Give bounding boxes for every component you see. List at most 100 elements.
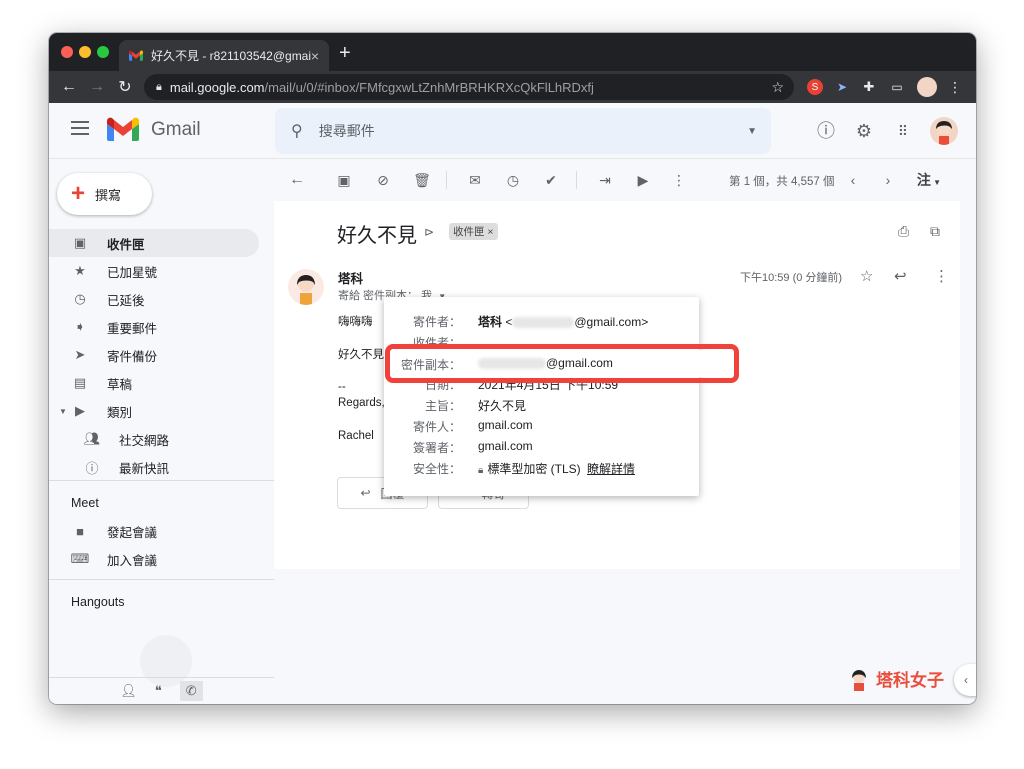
sidebar-item-label: 寄件備份	[107, 349, 158, 364]
sidebar-item-label: 社交網路	[119, 433, 170, 448]
new-tab-button[interactable]: +	[339, 42, 351, 65]
url-host: mail.google.com	[169, 79, 265, 95]
sidebar-item-label: 發起會議	[107, 525, 158, 540]
hangouts-heading: Hangouts	[71, 595, 125, 609]
profile-avatar-icon[interactable]	[917, 77, 937, 97]
address-bar[interactable]: 🔒︎ mail.google.com/mail/u/0/#inbox/FMfcg…	[144, 74, 794, 100]
expand-caret-icon[interactable]: ▼	[59, 407, 73, 416]
sidebar-item-inbox[interactable]: ▣ 收件匣	[49, 229, 259, 257]
sidebar-item-label: 草稿	[107, 377, 133, 392]
search-icon[interactable]: ⚲	[291, 121, 303, 141]
phone-icon[interactable]: ✆	[179, 681, 203, 701]
gmail-logo-icon[interactable]	[107, 117, 139, 141]
extension-s-icon[interactable]: S	[807, 79, 823, 95]
more-actions-icon[interactable]: ⋮	[670, 171, 688, 189]
details-row-security: 安全性： 🔒︎ 標準型加密 (TLS) 瞭解詳情	[384, 460, 699, 480]
sender-avatar[interactable]	[288, 269, 324, 305]
draft-icon: ▤	[73, 375, 87, 390]
remove-label-icon[interactable]: ×	[487, 226, 493, 238]
details-label: 密件副本：	[400, 358, 461, 372]
sender-name: 塔科	[338, 272, 364, 286]
reload-icon[interactable]: ↻	[111, 77, 139, 97]
signature-regards: Regards,	[338, 397, 385, 409]
labels-icon[interactable]: ▶	[634, 171, 652, 189]
tab-bar: 好久不見 - r821103542@gmail. × +	[49, 33, 976, 71]
settings-gear-icon[interactable]: ⚙	[853, 120, 875, 142]
star-message-icon[interactable]: ☆	[860, 267, 873, 285]
input-tools-button[interactable]: 注 ▼	[912, 171, 946, 189]
archive-icon[interactable]: ▣	[335, 171, 353, 189]
browser-tab[interactable]: 好久不見 - r821103542@gmail. ×	[119, 40, 329, 71]
watermark-text: 塔科女子	[876, 671, 944, 690]
older-chevron-icon[interactable]: ›	[879, 171, 897, 189]
details-row-bcc: 密件副本： @gmail.com	[384, 356, 699, 376]
puzzle-extensions-icon[interactable]: ✚	[861, 79, 877, 95]
open-new-window-icon[interactable]: ⧉	[930, 223, 940, 240]
minimize-window-button[interactable]	[79, 46, 91, 58]
watermark-avatar-icon	[852, 669, 866, 691]
newer-chevron-icon[interactable]: ‹	[844, 171, 862, 189]
details-label: 寄件人：	[412, 420, 461, 434]
hangouts-icon[interactable]: ❝	[155, 683, 162, 699]
reply-arrow-icon: ↩	[360, 486, 371, 500]
keyboard-icon: ⌨	[70, 551, 90, 566]
add-to-tasks-icon[interactable]: ✔	[542, 171, 560, 189]
back-to-inbox-icon[interactable]: ←	[288, 171, 306, 189]
security-value: 標準型加密 (TLS)	[487, 462, 581, 476]
maximize-window-button[interactable]	[97, 46, 109, 58]
main-menu-icon[interactable]	[71, 121, 89, 139]
print-icon[interactable]: ⎙	[898, 223, 909, 240]
details-label: 安全性：	[412, 462, 461, 476]
contacts-icon[interactable]: 👤︎	[120, 683, 137, 699]
compose-button[interactable]: + 撰寫	[57, 173, 152, 215]
sidebar-item-snoozed[interactable]: ◷ 已延後	[49, 285, 259, 313]
browser-menu-icon[interactable]: ⋮	[947, 79, 963, 95]
reply-icon[interactable]: ↩	[894, 267, 907, 285]
lock-icon: 🔒︎	[478, 465, 484, 476]
watermark: 塔科女子	[848, 666, 944, 691]
sidebar-item-drafts[interactable]: ▤ 草稿	[49, 369, 259, 397]
pagination-text: 第 1 個，共 4,557 個	[729, 176, 835, 188]
signature-dash: --	[338, 381, 346, 393]
browser-toolbar: ← → ↻ 🔒︎ mail.google.com/mail/u/0/#inbox…	[49, 71, 976, 103]
from-email: @gmail.com>	[574, 315, 649, 329]
sidebar-item-new-meeting[interactable]: ■ 發起會議	[49, 517, 259, 545]
sidebar-item-label: 加入會議	[107, 553, 158, 568]
sidebar-item-join-meeting[interactable]: ⌨ 加入會議	[49, 545, 259, 573]
close-window-button[interactable]	[61, 46, 73, 58]
cursor-extension-icon[interactable]: ➤	[834, 79, 850, 95]
important-marker-icon[interactable]: ⊳	[424, 225, 434, 239]
details-label: 寄件者：	[412, 315, 461, 329]
details-value: @gmail.com	[478, 356, 613, 370]
details-row-mailed-by: 寄件人： gmail.com	[384, 418, 699, 438]
apps-grid-icon[interactable]: ⠿	[892, 120, 914, 142]
sidebar-item-sent[interactable]: ➤ 寄件備份	[49, 341, 259, 369]
bookmark-star-icon[interactable]: ☆	[771, 79, 784, 96]
message-toolbar: ← ▣ ⊘ 🗑︎ ✉ ◷ ✔ ⇥ ▶ ⋮ 第 1 個，共 4,557 個 ‹ ›…	[274, 159, 960, 201]
back-arrow-icon[interactable]: ←	[55, 78, 83, 96]
sidebar-item-label: 已加星號	[107, 265, 158, 280]
inbox-icon: ▣	[73, 235, 87, 250]
label-chip[interactable]: 收件匣 ×	[449, 223, 498, 240]
sidebar-item-important[interactable]: ➧ 重要郵件	[49, 313, 259, 341]
move-to-icon[interactable]: ⇥	[596, 171, 614, 189]
message-more-icon[interactable]: ⋮	[934, 267, 949, 285]
gmail-header: Gmail ⚲ 搜尋郵件 ▼ ⓘ ⚙ ⠿	[49, 103, 976, 159]
sidebar-item-categories[interactable]: ▼ ▶ 類別	[49, 397, 259, 425]
delete-icon[interactable]: 🗑︎	[413, 171, 431, 189]
help-icon[interactable]: ⓘ	[815, 120, 837, 142]
sidebar-item-updates[interactable]: ⓘ 最新快訊	[49, 453, 259, 481]
forward-arrow-icon[interactable]: →	[83, 78, 111, 96]
learn-more-link[interactable]: 瞭解詳情	[587, 462, 635, 476]
account-avatar[interactable]	[930, 117, 958, 145]
search-mail-input[interactable]: ⚲ 搜尋郵件 ▼	[275, 108, 771, 154]
snooze-icon[interactable]: ◷	[504, 171, 522, 189]
sidebar-item-social[interactable]: 👥︎ 社交網路	[49, 425, 259, 453]
search-options-caret-icon[interactable]: ▼	[747, 126, 757, 137]
cast-icon[interactable]: ▭	[889, 79, 905, 95]
mark-unread-icon[interactable]: ✉	[466, 171, 484, 189]
sidebar-item-starred[interactable]: ★ 已加星號	[49, 257, 259, 285]
tab-close-icon[interactable]: ×	[311, 48, 319, 64]
report-spam-icon[interactable]: ⊘	[374, 171, 392, 189]
details-label: 簽署者：	[412, 441, 461, 455]
